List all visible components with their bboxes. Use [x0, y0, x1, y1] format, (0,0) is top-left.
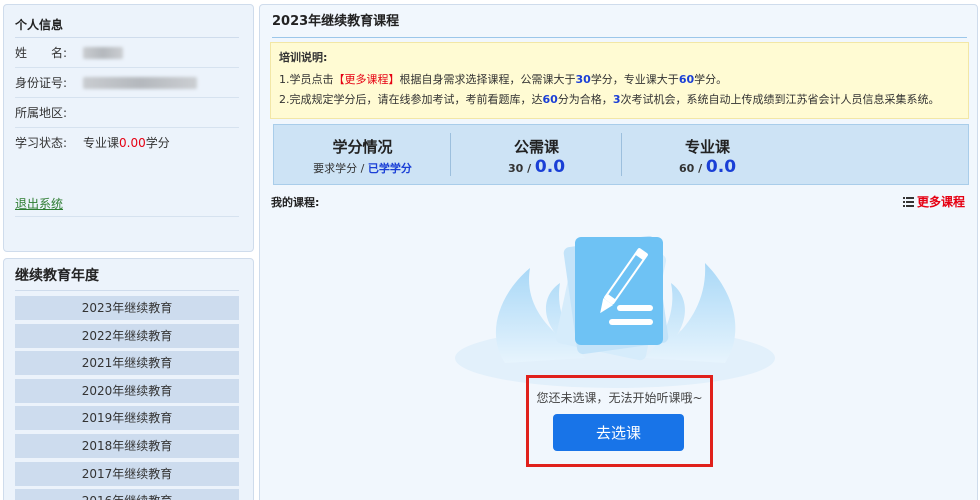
professional-learned: 0.0: [705, 157, 737, 177]
status-row: 学习状态: 专业课0.00学分: [15, 128, 239, 158]
id-row: 身份证号:: [15, 68, 239, 98]
year-item[interactable]: 2019年继续教育: [15, 406, 239, 431]
notice-text: 分为合格，: [557, 93, 613, 106]
my-courses-label: 我的课程:: [271, 196, 320, 209]
status-value: 专业课0.00学分: [83, 128, 170, 158]
name-value-redacted: [83, 47, 123, 59]
status-label: 学习状态:: [15, 136, 68, 150]
year-panel: 继续教育年度 2023年继续教育 2022年继续教育 2021年继续教育 202…: [3, 258, 254, 500]
status-credit-number: 0.00: [119, 136, 146, 150]
notice-line-1: 1.学员点击【更多课程】根据自身需求选择课程，公需课大于30学分，专业课大于60…: [279, 70, 960, 90]
logout-row: 退出系统: [15, 191, 239, 217]
year-panel-title: 继续教育年度: [15, 259, 239, 291]
credits-legend: 要求学分 / 已学学分: [274, 160, 451, 176]
legend-learned: 已学学分: [367, 162, 412, 175]
notice-text: 1.学员点击: [279, 73, 334, 86]
notice-text: 2.完成规定学分后，请在线参加考试，考前看题库，达: [279, 93, 543, 106]
professional-credits-label: 专业课: [684, 138, 730, 156]
public-credits-label: 公需课: [513, 138, 559, 156]
public-credits: 公需课 30 / 0.0: [451, 125, 622, 184]
page-title: 2023年继续教育课程: [272, 5, 967, 38]
personal-info-panel: 个人信息 姓 名: 身份证号: 所属地区: 学习状态: 专业课0.00学分 退出…: [3, 4, 254, 252]
logout-link[interactable]: 退出系统: [15, 197, 63, 211]
more-courses-label: 更多课程: [916, 195, 965, 209]
legend-required: 要求学分 /: [313, 162, 365, 175]
name-row: 姓 名:: [15, 38, 239, 68]
highlight-frame: [526, 375, 713, 467]
notice-number: 30: [575, 73, 591, 86]
year-item[interactable]: 2023年继续教育: [15, 296, 239, 320]
notice-number: 60: [678, 73, 695, 86]
pencil-document-icon: [455, 235, 775, 388]
credits-overview: 学分情况 要求学分 / 已学学分: [274, 125, 451, 184]
year-item[interactable]: 2018年继续教育: [15, 433, 239, 458]
notice-more-courses-ref: 【更多课程】: [333, 73, 400, 86]
list-icon: [902, 196, 914, 207]
year-item[interactable]: 2016年继续教育: [15, 489, 239, 500]
year-item[interactable]: 2020年继续教育: [15, 378, 239, 403]
region-label: 所属地区:: [15, 106, 68, 120]
status-suffix: 学分: [145, 136, 170, 150]
notice-text: 根据自身需求选择课程，公需课大于: [399, 73, 576, 86]
professional-credits: 专业课 60 / 0.0: [622, 125, 793, 184]
credits-heading: 学分情况: [332, 138, 393, 156]
notice-text: 学分。: [694, 73, 728, 86]
id-value-redacted: [83, 77, 197, 89]
year-item[interactable]: 2022年继续教育: [15, 323, 239, 348]
notice-line-2: 2.完成规定学分后，请在线参加考试，考前看题库，达60分为合格，3次考试机会，系…: [279, 90, 960, 110]
public-learned: 0.0: [534, 157, 566, 177]
public-required: 30 /: [507, 162, 532, 175]
year-item[interactable]: 2021年继续教育: [15, 351, 239, 376]
year-item[interactable]: 2017年继续教育: [15, 461, 239, 486]
more-courses-link[interactable]: 更多课程: [902, 193, 965, 210]
personal-info-title: 个人信息: [15, 5, 239, 38]
professional-credits-values: 60 / 0.0: [622, 157, 793, 177]
notice-text: 学分，专业课大于: [590, 73, 679, 86]
id-label: 身份证号:: [15, 76, 68, 90]
notice-title: 培训说明:: [279, 51, 328, 64]
credits-summary: 学分情况 要求学分 / 已学学分 公需课 30 / 0.0 专业课 60 / 0…: [273, 124, 969, 185]
notice-number: 60: [542, 93, 558, 106]
course-main-panel: 2023年继续教育课程 培训说明: 1.学员点击【更多课程】根据自身需求选择课程…: [259, 4, 978, 500]
professional-required: 60 /: [678, 162, 703, 175]
notice-text: 次考试机会，系统自动上传成绩到江苏省会计人员信息采集系统。: [620, 93, 940, 106]
year-list: 2023年继续教育 2022年继续教育 2021年继续教育 2020年继续教育 …: [15, 296, 239, 500]
name-label: 姓 名:: [15, 46, 68, 60]
status-prefix: 专业课: [83, 136, 120, 150]
training-notice: 培训说明: 1.学员点击【更多课程】根据自身需求选择课程，公需课大于30学分，专…: [270, 42, 969, 119]
public-credits-values: 30 / 0.0: [451, 157, 622, 177]
region-row: 所属地区:: [15, 98, 239, 128]
